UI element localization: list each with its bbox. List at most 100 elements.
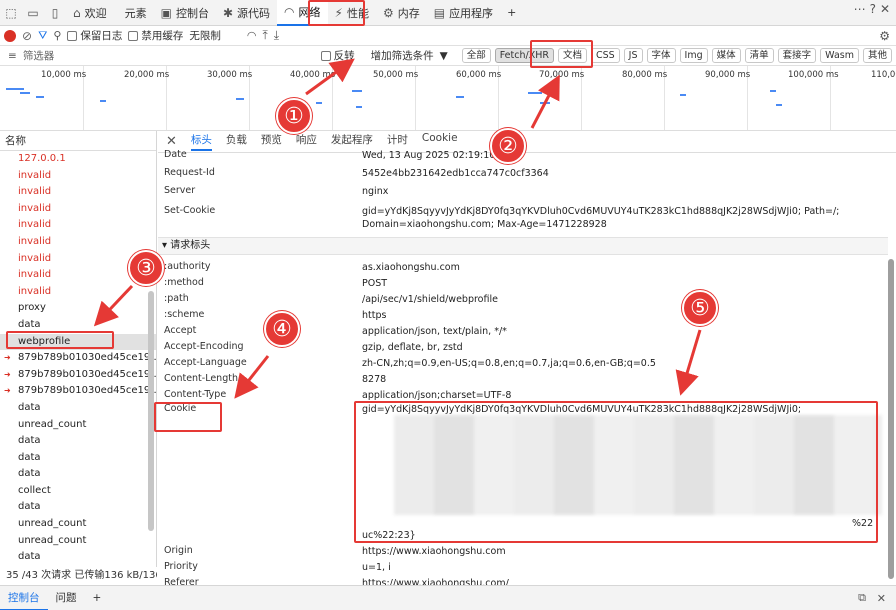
request-row[interactable]: data (0, 549, 156, 566)
dock-side-icon[interactable]: ⧉ (858, 591, 866, 605)
detail-tab[interactable]: 标头 (190, 132, 212, 151)
request-row[interactable]: ➜ 879b789b01030ed45ce19... (0, 350, 156, 367)
request-row[interactable]: unread_count (0, 533, 156, 550)
step-badge-3: ③ (128, 250, 164, 286)
request-name: invalid (18, 252, 52, 264)
filter-chip[interactable]: Wasm (820, 48, 859, 63)
filter-chip[interactable]: JS (623, 48, 643, 63)
waterfall-bar (770, 90, 776, 92)
more-filters-dropdown[interactable]: 增加筛选条件 ▼ (371, 48, 448, 63)
detail-tab[interactable]: 负载 (226, 132, 247, 151)
request-row[interactable]: ➜ 879b789b01030ed45ce19... (0, 383, 156, 400)
detail-tab[interactable]: 预览 (261, 132, 282, 151)
request-row[interactable]: collect (0, 483, 156, 500)
request-row[interactable]: 127.0.0.1 (0, 151, 156, 168)
tab-memory[interactable]: ⚙ 内存 (376, 0, 427, 26)
chevron-down-icon: ▼ (439, 49, 448, 62)
filter-chip[interactable]: CSS (590, 48, 620, 63)
request-name: 879b789b01030ed45ce19... (18, 368, 156, 380)
dock-icon[interactable]: ▯ (44, 2, 66, 24)
tab-bug[interactable]: ✱ 源代码 (216, 0, 277, 26)
request-row[interactable]: invalid (0, 217, 156, 234)
search-icon[interactable]: ⚲ (53, 29, 61, 42)
record-button[interactable] (4, 29, 16, 42)
filter-chip[interactable]: 媒体 (711, 48, 741, 63)
filter-chip[interactable]: 套接字 (777, 48, 817, 63)
drawer-tab-issues[interactable]: 问题 (48, 586, 85, 610)
header-name: Server (164, 185, 196, 196)
drawer-tab-console[interactable]: 控制台 (0, 586, 48, 610)
waterfall-bar (20, 92, 30, 94)
request-row[interactable]: invalid (0, 168, 156, 185)
filter-chip[interactable]: 全部 (461, 48, 491, 63)
import-icon[interactable]: ⤒ (262, 28, 267, 43)
request-row[interactable]: data (0, 450, 156, 467)
request-row[interactable]: invalid (0, 234, 156, 251)
header-name: Content-Type (164, 389, 227, 400)
bug-icon: ✱ (222, 5, 234, 20)
more-icon[interactable]: ⋯ (854, 2, 866, 16)
filter-chip[interactable]: 字体 (646, 48, 676, 63)
filter-input[interactable]: ≡ 筛选器 (8, 48, 311, 63)
tab-console[interactable]: ▣ 控制台 (154, 0, 216, 26)
tab-label: 控制台 (175, 6, 209, 20)
network-tab-highlight (308, 0, 365, 26)
request-row[interactable]: invalid (0, 201, 156, 218)
header-name: Set-Cookie (164, 205, 216, 216)
header-value: application/json, text/plain, */* (362, 326, 507, 337)
export-icon[interactable]: ⤓ (274, 28, 279, 43)
request-row[interactable]: proxy (0, 300, 156, 317)
header-value: 8278 (362, 374, 387, 385)
checkbox-icon (67, 30, 78, 41)
tab-app[interactable]: ▤ 应用程序 (427, 0, 500, 26)
request-row[interactable]: data (0, 400, 156, 417)
request-row[interactable]: data (0, 466, 156, 483)
details-scrollbar[interactable] (888, 259, 894, 579)
inspect-icon[interactable]: ⬚ (0, 2, 22, 24)
filter-chip[interactable]: 清单 (744, 48, 774, 63)
request-row[interactable]: data (0, 499, 156, 516)
tab-label: 源代码 (237, 6, 271, 20)
preserve-log-checkbox[interactable]: 保留日志 (67, 28, 122, 43)
status-summary: 35 /43 次请求 已传输136 kB/136 (6, 570, 157, 581)
request-row[interactable]: invalid (0, 284, 156, 301)
clear-icon[interactable]: ⊘ (22, 29, 32, 43)
redirect-arrow-icon: ➜ (4, 386, 11, 396)
cookie-key-highlight (154, 402, 222, 432)
request-row[interactable]: invalid (0, 184, 156, 201)
timeline-overview[interactable]: 10,000 ms 20,000 ms 30,000 ms 40,000 ms 50,0… (0, 66, 896, 131)
close-icon[interactable]: ✕ (880, 2, 890, 16)
request-headers-section[interactable]: ▾ 请求标头 (158, 237, 888, 255)
tab-home[interactable]: ⌂ 欢迎 (66, 0, 114, 26)
request-row[interactable]: unread_count (0, 516, 156, 533)
tab-code[interactable]: 元素 (114, 0, 154, 26)
disable-cache-checkbox[interactable]: 禁用缓存 (128, 28, 183, 43)
device-icon[interactable]: ▭ (22, 2, 44, 24)
header-name: :scheme (164, 309, 205, 320)
settings-icon[interactable]: ⚙ (879, 29, 890, 43)
drawer-add-button[interactable]: + (85, 586, 110, 610)
request-row[interactable]: data (0, 433, 156, 450)
close-details-icon[interactable]: ✕ (166, 134, 177, 149)
add-tab-button[interactable]: + (500, 0, 523, 26)
header-name: Referer (164, 577, 199, 585)
request-name: unread_count (18, 534, 87, 546)
step-badge-4: ④ (264, 311, 300, 347)
request-row[interactable]: ➜ 879b789b01030ed45ce19... (0, 367, 156, 384)
timeline-tick: 80,000 ms (622, 70, 668, 80)
request-row[interactable]: unread_count (0, 417, 156, 434)
name-column-header[interactable]: 名称 (0, 131, 156, 151)
detail-tab[interactable]: 响应 (296, 132, 317, 151)
wifi-settings-icon[interactable]: ◠ (247, 29, 257, 42)
close-drawer-icon[interactable]: ✕ (877, 592, 886, 605)
timeline-tick: 110,000 (871, 70, 896, 80)
header-value: gzip, deflate, br, zstd (362, 342, 463, 353)
help-icon[interactable]: ? (870, 2, 876, 16)
filter-icon[interactable]: ⛛ (38, 29, 47, 43)
invert-label: 反转 (333, 50, 355, 62)
throttling-select[interactable]: 无限制 (189, 28, 221, 43)
filter-chip[interactable]: 其他 (862, 48, 892, 63)
invert-checkbox[interactable]: 反转 (320, 48, 355, 63)
filter-chip[interactable]: Img (679, 48, 708, 63)
header-value: zh-CN,zh;q=0.9,en-US;q=0.8,en;q=0.7,ja;q… (362, 358, 656, 369)
